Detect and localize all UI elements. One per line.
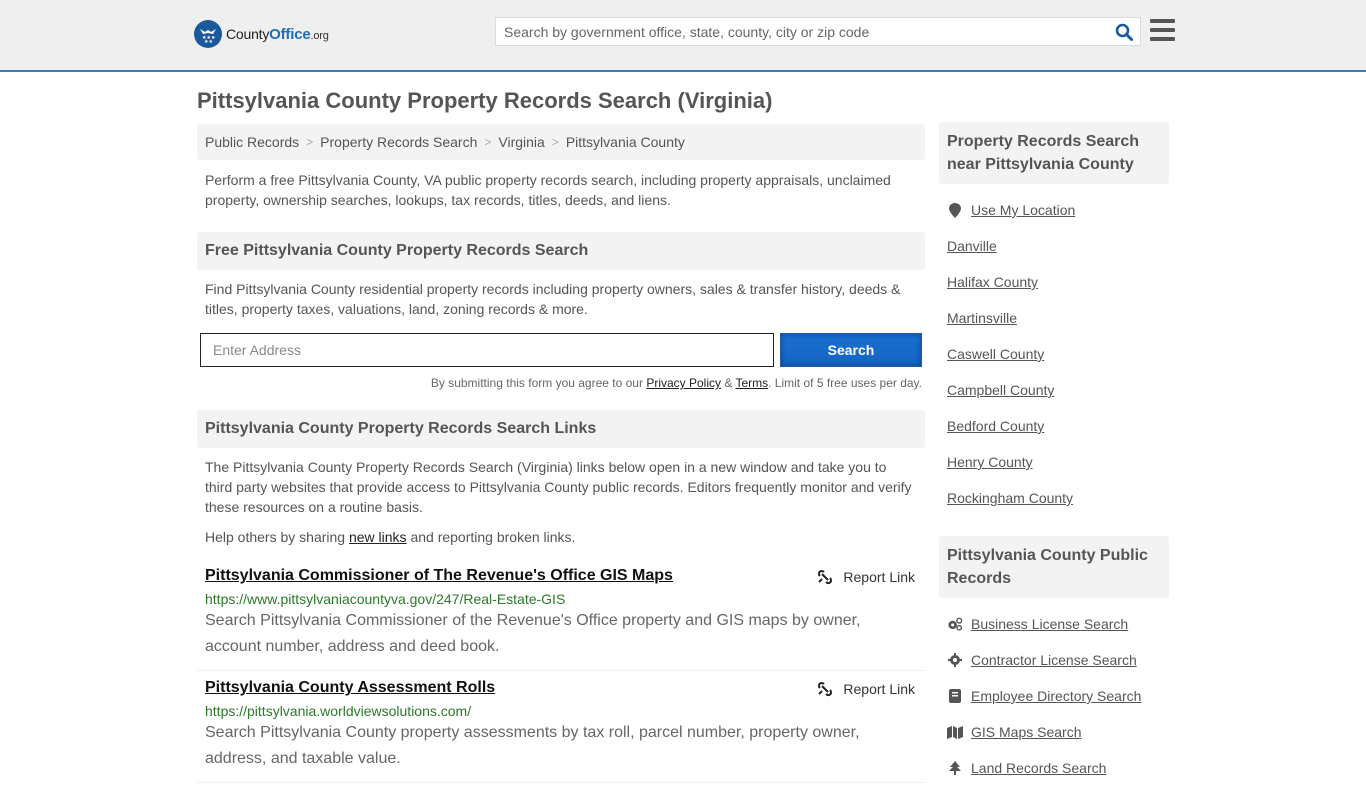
free-search-heading: Free Pittsylvania County Property Record… xyxy=(197,232,925,270)
public-record-item: GIS Maps Search xyxy=(947,714,1161,750)
menu-hamburger-icon[interactable] xyxy=(1150,19,1175,41)
link-title[interactable]: Pittsylvania Commissioner of The Revenue… xyxy=(205,567,673,584)
breadcrumb-property-records-search[interactable]: Property Records Search xyxy=(320,134,477,150)
breadcrumb-virginia[interactable]: Virginia xyxy=(498,134,544,150)
links-list: Pittsylvania Commissioner of The Revenue… xyxy=(197,559,925,783)
nearby-link-halifax-county[interactable]: Halifax County xyxy=(947,274,1038,290)
nearby-item: Campbell County xyxy=(947,372,1161,408)
tree-icon xyxy=(947,761,963,775)
nearby-item: Halifax County xyxy=(947,264,1161,300)
site-logo[interactable]: ★★★ ★★ CountyOffice.org xyxy=(194,20,329,48)
nearby-link-rockingham-county[interactable]: Rockingham County xyxy=(947,490,1073,506)
nearby-item: Martinsville xyxy=(947,300,1161,336)
terms-suffix: . Limit of 5 free uses per day. xyxy=(768,376,922,390)
nearby-item: Bedford County xyxy=(947,408,1161,444)
breadcrumb-public-records[interactable]: Public Records xyxy=(205,134,299,150)
nearby-link-martinsville[interactable]: Martinsville xyxy=(947,310,1017,326)
public-record-item: Land Records Search xyxy=(947,750,1161,786)
site-search-bar xyxy=(495,17,1141,46)
link-title[interactable]: Pittsylvania County Assessment Rolls xyxy=(205,679,495,696)
breadcrumb-separator: > xyxy=(484,135,492,149)
nearby-link-danville[interactable]: Danville xyxy=(947,238,997,254)
help-prefix: Help others by sharing xyxy=(205,529,349,545)
book-icon xyxy=(947,689,963,703)
intro-text: Perform a free Pittsylvania County, VA p… xyxy=(205,172,891,208)
sidebar: Property Records Search near Pittsylvani… xyxy=(939,122,1169,786)
report-link-label: Report Link xyxy=(843,681,915,697)
site-search-input[interactable] xyxy=(496,18,1108,45)
site-header: ★★★ ★★ CountyOffice.org xyxy=(0,0,1366,72)
link-description: Search Pittsylvania County property asse… xyxy=(205,724,860,767)
terms-amp: & xyxy=(721,376,736,390)
address-search-button[interactable]: Search xyxy=(780,333,922,367)
link-url: https://pittsylvania.worldviewsolutions.… xyxy=(205,703,472,719)
map-marker-icon xyxy=(947,202,963,218)
free-search-description: Find Pittsylvania County residential pro… xyxy=(205,281,901,317)
eagle-logo-icon: ★★★ ★★ xyxy=(194,20,222,48)
map-icon xyxy=(947,725,963,739)
nearby-item: Danville xyxy=(947,228,1161,264)
nearby-link-bedford-county[interactable]: Bedford County xyxy=(947,418,1044,434)
links-section-heading: Pittsylvania County Property Records Sea… xyxy=(197,410,925,448)
use-location-item: Use My Location xyxy=(947,192,1161,228)
nearby-item: Rockingham County xyxy=(947,480,1161,516)
report-link-button[interactable]: Report Link xyxy=(817,681,915,697)
privacy-policy-link[interactable]: Privacy Policy xyxy=(646,376,721,390)
links-section-description: The Pittsylvania County Property Records… xyxy=(205,459,912,515)
cogs-icon xyxy=(947,617,963,631)
logo-text: CountyOffice.org xyxy=(226,25,329,43)
nearby-item: Caswell County xyxy=(947,336,1161,372)
public-record-item: Employee Directory Search xyxy=(947,678,1161,714)
broken-link-icon xyxy=(818,569,833,585)
link-url: https://www.pittsylvaniacountyva.gov/247… xyxy=(205,591,566,607)
nearby-link-campbell-county[interactable]: Campbell County xyxy=(947,382,1054,398)
help-suffix: and reporting broken links. xyxy=(406,529,576,545)
link-description: Search Pittsylvania Commissioner of the … xyxy=(205,612,861,655)
employee-directory-search-link[interactable]: Employee Directory Search xyxy=(971,688,1141,704)
nearby-item: Henry County xyxy=(947,444,1161,480)
nearby-link-henry-county[interactable]: Henry County xyxy=(947,454,1033,470)
nearby-link-caswell-county[interactable]: Caswell County xyxy=(947,346,1044,362)
main-content: Public Records > Property Records Search… xyxy=(197,124,925,783)
list-item: Pittsylvania County Assessment Rolls Rep… xyxy=(197,671,925,783)
report-link-button[interactable]: Report Link xyxy=(817,569,915,585)
breadcrumb-pittsylvania-county[interactable]: Pittsylvania County xyxy=(566,134,685,150)
public-record-item: Contractor License Search xyxy=(947,642,1161,678)
svg-text:★★: ★★ xyxy=(204,39,213,44)
new-links-link[interactable]: new links xyxy=(349,529,407,545)
terms-link[interactable]: Terms xyxy=(735,376,768,390)
address-input[interactable] xyxy=(200,333,774,367)
public-record-item: Business License Search xyxy=(947,606,1161,642)
search-icon xyxy=(1115,23,1133,41)
terms-notice: By submitting this form you agree to our… xyxy=(197,376,925,390)
gear-icon xyxy=(947,653,963,667)
public-records-list: Business License Search Contractor Licen… xyxy=(939,606,1169,786)
public-records-heading: Pittsylvania County Public Records xyxy=(939,536,1169,598)
nearby-list: Use My Location Danville Halifax County … xyxy=(939,192,1169,516)
site-search-button[interactable] xyxy=(1108,18,1140,45)
use-my-location-link[interactable]: Use My Location xyxy=(971,202,1075,218)
list-item: Pittsylvania Commissioner of The Revenue… xyxy=(197,559,925,671)
address-search-form: Search xyxy=(197,333,925,367)
business-license-search-link[interactable]: Business License Search xyxy=(971,616,1128,632)
page-title: Pittsylvania County Property Records Sea… xyxy=(197,88,773,113)
breadcrumb-separator: > xyxy=(306,135,314,149)
breadcrumb: Public Records > Property Records Search… xyxy=(197,124,925,160)
breadcrumb-separator: > xyxy=(551,135,559,149)
land-records-search-link[interactable]: Land Records Search xyxy=(971,760,1106,776)
nearby-heading: Property Records Search near Pittsylvani… xyxy=(939,122,1169,184)
broken-link-icon xyxy=(818,681,833,697)
gis-maps-search-link[interactable]: GIS Maps Search xyxy=(971,724,1082,740)
report-link-label: Report Link xyxy=(843,569,915,585)
terms-prefix: By submitting this form you agree to our xyxy=(430,376,647,390)
contractor-license-search-link[interactable]: Contractor License Search xyxy=(971,652,1137,668)
help-text: Help others by sharing new links and rep… xyxy=(197,527,925,547)
